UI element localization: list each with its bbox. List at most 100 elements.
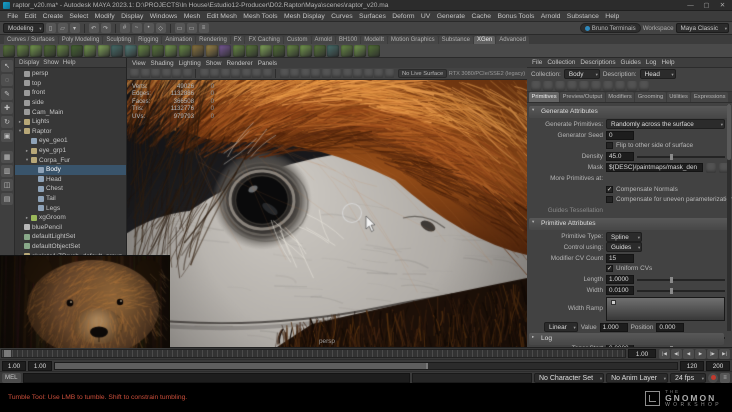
menu-mesh-display[interactable]: Mesh Display [281,13,328,20]
xgen-tab-preview-output[interactable]: Preview/Output [560,92,605,102]
viewport-menu-shading[interactable]: Shading [151,60,174,67]
export-selection-icon[interactable] [579,80,589,91]
viewport-panel[interactable]: View Shading Lighting Show Renderer Panels No… [127,58,527,347]
motion-blur-icon[interactable] [342,69,352,78]
layout-four-pane-icon[interactable]: ▥ [1,165,13,177]
menu-create[interactable]: Create [39,13,66,20]
auto-update-toggle-icon[interactable] [627,80,637,91]
expand-arrow-icon[interactable]: ▸ [24,148,30,154]
section-log[interactable]: Log [529,332,724,345]
play-backwards-button[interactable]: ◀ [683,348,694,359]
compensate-param-checkbox[interactable] [606,196,613,204]
grab-brush-icon[interactable] [354,44,366,57]
move-description-icon[interactable] [567,80,577,91]
compensate-normals-checkbox[interactable] [606,185,613,193]
outliner-item-body[interactable]: Body [15,164,126,175]
generator-seed-field[interactable]: 0 [606,130,634,140]
ipr-render-icon[interactable]: ▭ [186,23,197,33]
preview-icon[interactable] [70,44,83,57]
mask-paint-icon[interactable] [706,162,716,173]
repel-brush-icon[interactable] [286,44,299,57]
render-settings-icon[interactable]: ≡ [198,23,209,33]
menu-modify[interactable]: Modify [91,13,117,20]
shelf-tab-fx[interactable]: FX [230,36,245,44]
control-using-dropdown[interactable]: Guides [606,242,643,253]
resolution-gate-icon[interactable] [220,69,230,78]
snap-plane-icon[interactable]: ◇ [155,23,166,33]
export-patches-icon[interactable] [43,44,56,57]
outliner-item-legs[interactable]: Legs [15,203,126,213]
attract-brush-icon[interactable] [273,44,285,57]
clear-preview-icon[interactable] [84,44,96,57]
auto-keyframe-toggle[interactable] [708,372,718,383]
xgen-tab-utilities[interactable]: Utilities [666,92,691,102]
shelf-tab-fx-caching[interactable]: FX Caching [245,36,283,44]
menu-help[interactable]: Help [602,13,622,20]
modifier-cv-count-field[interactable]: 15 [606,253,634,263]
create-description-icon[interactable] [531,80,541,91]
shelf-tab-animation[interactable]: Animation [162,36,196,44]
viewport-menu-renderer[interactable]: Renderer [226,60,252,67]
viewport-menu-panels[interactable]: Panels [258,60,277,67]
playback-end-field[interactable]: 120 [680,360,704,371]
bookmarks-icon[interactable] [161,69,171,78]
xgen-scrollbar[interactable] [727,104,731,331]
command-language-toggle[interactable]: MEL [2,372,21,383]
collection-selector[interactable]: Body [563,69,600,79]
safe-title-icon[interactable] [262,69,272,78]
section-generate-attributes[interactable]: Generate Attributes [529,105,729,118]
minimize-button[interactable]: — [684,2,697,9]
undo-icon[interactable]: ↶ [88,23,99,33]
outliner-item-lights[interactable]: ▸ Lights [15,117,126,127]
mask-field[interactable]: ${DESC}/paintmaps/mask_den [606,163,703,173]
screen-space-ao-icon[interactable] [332,69,341,78]
current-time-field[interactable]: 1.00 [628,349,656,358]
import-icon[interactable] [591,80,601,91]
isolate-select-icon[interactable] [374,69,383,78]
noise-brush-icon[interactable] [232,44,245,57]
primitive-type-dropdown[interactable]: Spline [606,231,642,242]
field-chart-icon[interactable] [241,69,251,78]
section-primitive-attributes[interactable]: Primitive Attributes [529,217,729,230]
shelf-tab-advanced[interactable]: Advanced [496,36,529,44]
outliner-menu-display[interactable]: Display [19,59,39,66]
menu-bonus-tools[interactable]: Bonus Tools [494,13,537,20]
xgen-tab-grooming[interactable]: Grooming [635,92,666,102]
save-scene-icon[interactable]: ▾ [69,23,80,33]
image-plane-icon[interactable] [172,69,181,78]
shelf-tab-custom[interactable]: Custom [283,36,311,44]
title-bar[interactable]: raptor_v20.ma* - Autodesk MAYA 2023.1: D… [0,0,732,11]
ramp-interpolation-dropdown[interactable]: Linear [544,322,578,333]
menu-substance[interactable]: Substance [564,13,603,20]
layout-single-pane-icon[interactable]: ▦ [1,151,13,163]
refresh-preview-icon[interactable] [603,80,613,91]
part-brush-icon[interactable] [300,44,312,57]
menu-edit-mesh[interactable]: Edit Mesh [204,13,241,20]
expand-arrow-icon[interactable]: ▾ [17,128,23,134]
no-live-surface-button[interactable]: No Live Surface [398,69,448,78]
move-guide-icon[interactable] [138,44,150,57]
width-slider[interactable] [637,287,725,294]
expand-arrow-icon[interactable]: ▸ [24,215,30,221]
workspace-selector[interactable]: Maya Classic [675,23,729,33]
bear-reference-image[interactable] [0,255,170,348]
shelf-tab-poly-modeling[interactable]: Poly Modeling [58,36,103,44]
menu-display[interactable]: Display [118,13,147,20]
shelf-tab-sculpting[interactable]: Sculpting [103,36,135,44]
grid-icon[interactable] [199,69,209,78]
render-icon[interactable]: ▭ [174,23,185,33]
clump-brush-icon[interactable] [219,44,231,57]
xgen-menu-descriptions[interactable]: Descriptions [580,59,615,66]
outliner-item-eye-grp1[interactable]: ▸ eye_grp1 [15,146,126,156]
freeze-brush-icon[interactable] [327,44,339,57]
menu-edit[interactable]: Edit [21,13,39,20]
time-slider-track[interactable] [1,349,626,358]
open-scene-icon[interactable]: ▱ [57,23,68,33]
add-guide-icon[interactable] [124,44,137,57]
menu-mesh-tools[interactable]: Mesh Tools [240,13,281,20]
camera-attributes-icon[interactable] [151,69,160,78]
xgen-tab-expressions[interactable]: Expressions [691,92,729,102]
menu-curves[interactable]: Curves [328,13,356,20]
menu-surfaces[interactable]: Surfaces [356,13,389,20]
menu-deform[interactable]: Deform [389,13,418,20]
